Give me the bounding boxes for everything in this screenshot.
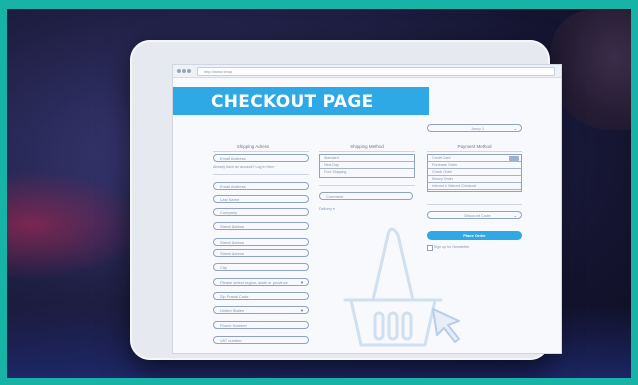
window-dot-icon[interactable]: [187, 69, 191, 73]
shipping-method-title: Shipping Method: [350, 144, 384, 149]
divider: [427, 204, 522, 205]
region-select-value: Please select region, state or province: [220, 280, 288, 285]
country-select[interactable]: United States ▼: [213, 306, 309, 314]
shipping-option-next-day[interactable]: Next Day: [320, 162, 414, 169]
company-field[interactable]: Company: [213, 208, 309, 216]
browser-toolbar: http://www.shop: [173, 65, 561, 78]
window-dot-icon[interactable]: [182, 69, 186, 73]
checkout-banner: CHECKOUT PAGE: [173, 87, 429, 115]
divider: [319, 185, 415, 186]
chevron-down-icon: ⌄: [513, 213, 517, 218]
page-title: CHECKOUT PAGE: [211, 92, 374, 112]
payment-option-check-order[interactable]: Check Order: [428, 169, 521, 176]
shipping-option-standard[interactable]: Standard: [320, 155, 414, 162]
payment-option-interest-waived[interactable]: Interest Ir Waived Checkout: [428, 183, 521, 190]
newsletter-label: Sign up for Newsletter: [434, 245, 470, 249]
street-address-field[interactable]: Street Adress: [213, 249, 309, 257]
language-select[interactable]: Jump 1 ⌄: [427, 124, 522, 132]
payment-option-purchase-order[interactable]: Purchase Order: [428, 162, 521, 169]
phone-field[interactable]: Phone Number: [213, 321, 309, 329]
hand: [551, 10, 631, 130]
divider: [213, 151, 309, 152]
address-bar[interactable]: http://www.shop: [197, 67, 555, 76]
chevron-down-icon: ▼: [300, 308, 304, 313]
discount-code-field[interactable]: Discount Code ⌄: [427, 211, 522, 219]
tablet-screen: http://www.shop CHECKOUT PAGE Shipping A…: [172, 64, 562, 354]
last-name-field[interactable]: Last Name: [213, 195, 309, 203]
delivery-dropdown[interactable]: Delivery ▾: [319, 207, 335, 211]
cursor-arrow-icon: [432, 308, 460, 343]
street-address-field[interactable]: Street Adress: [213, 238, 309, 246]
newsletter-checkbox[interactable]: [427, 245, 433, 251]
shopping-basket-icon: [343, 227, 443, 347]
payment-options-list: Credit Card Purchase Order Check Order M…: [427, 154, 522, 192]
divider: [319, 151, 415, 152]
street-address-field[interactable]: Street Adress: [213, 222, 309, 230]
chevron-down-icon: ▼: [300, 280, 304, 285]
payment-option-money-order[interactable]: Money Order: [428, 176, 521, 183]
shipping-option-free[interactable]: Free Shipping: [320, 169, 414, 176]
country-select-value: United States: [220, 308, 245, 313]
login-link[interactable]: Already have an account? Log In Here: [213, 165, 274, 169]
comment-field[interactable]: Comment: [319, 192, 413, 200]
background-glow-red: [0, 170, 150, 280]
divider: [427, 151, 522, 152]
discount-code-placeholder: Discount Code: [464, 213, 491, 218]
payment-select-button[interactable]: [509, 156, 519, 161]
region-select[interactable]: Please select region, state or province …: [213, 278, 309, 286]
email-field[interactable]: Email Address: [213, 154, 309, 162]
divider: [213, 174, 309, 175]
window-dot-icon[interactable]: [177, 69, 181, 73]
vat-field[interactable]: VAT number: [213, 336, 309, 344]
shipping-options-list: Standard Next Day Free Shipping: [319, 154, 415, 178]
shipping-address-title: Shipping Adress: [236, 144, 270, 149]
zip-field[interactable]: Zip Postal Code: [213, 292, 309, 300]
payment-method-title: Payment Method: [457, 144, 492, 149]
chevron-down-icon: ⌄: [513, 126, 517, 131]
first-name-field[interactable]: Email Address: [213, 182, 309, 190]
place-order-button[interactable]: Place Order: [427, 231, 522, 240]
language-select-value: Jump 1: [470, 126, 485, 131]
payment-option-credit-card[interactable]: Credit Card: [428, 155, 521, 162]
city-field[interactable]: City: [213, 263, 309, 271]
